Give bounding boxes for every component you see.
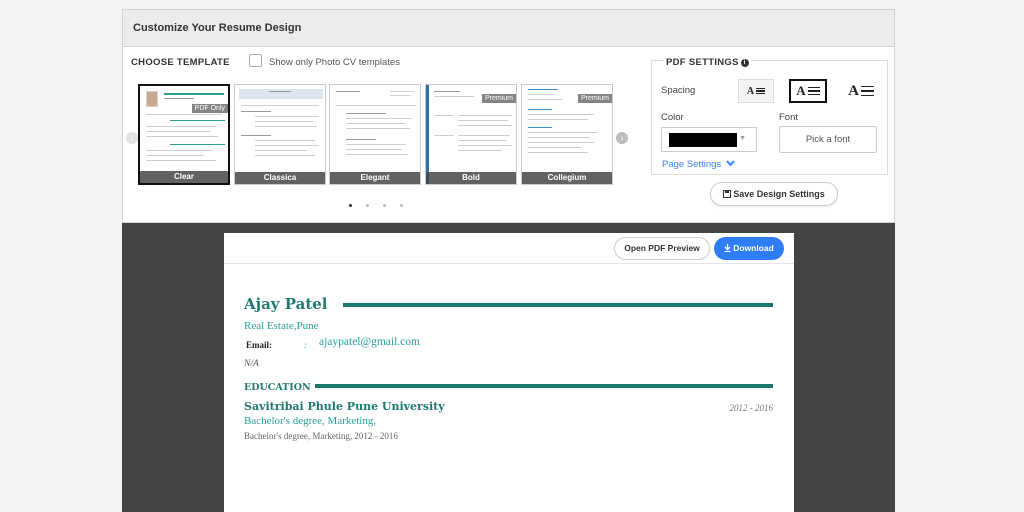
chevron-down-icon — [726, 160, 735, 167]
degree-detail-text: Bachelor's degree, Marketing, 2012 - 201… — [244, 431, 398, 441]
lines-icon — [860, 83, 874, 100]
save-icon — [723, 190, 732, 198]
choose-template-label: CHOOSE TEMPLATE — [131, 57, 230, 68]
pagination-dot[interactable] — [349, 204, 352, 207]
lines-icon — [807, 85, 820, 98]
photo-cv-checkbox[interactable] — [249, 54, 262, 67]
template-bold[interactable]: Premium Bold — [425, 84, 517, 185]
color-swatch — [669, 133, 737, 147]
template-elegant[interactable]: Elegant — [329, 84, 421, 185]
font-label: Font — [779, 112, 799, 123]
template-classica[interactable]: Classica — [234, 84, 326, 185]
spacing-normal-button[interactable]: A — [789, 79, 827, 103]
download-button[interactable]: Download — [714, 237, 784, 260]
pick-font-button[interactable]: Pick a font — [779, 126, 877, 153]
template-caption: Clear — [140, 171, 228, 183]
panel-header: Customize Your Resume Design — [123, 10, 894, 47]
name-divider — [343, 303, 773, 307]
template-caption: Bold — [426, 172, 516, 184]
page-settings-link[interactable]: Page Settings — [662, 159, 735, 170]
resume-name: Ajay Patel — [244, 295, 328, 313]
spacing-compact-button[interactable]: A — [738, 79, 774, 103]
photo-thumbnail — [146, 91, 158, 107]
color-select[interactable]: ▼ — [661, 127, 757, 152]
carousel-prev-icon[interactable]: ‹ — [126, 132, 138, 144]
education-heading: EDUCATION — [244, 382, 311, 393]
customize-panel: Customize Your Resume Design CHOOSE TEMP… — [122, 9, 895, 223]
resume-subtitle: Real Estate,Pune — [244, 320, 319, 332]
lines-icon — [756, 87, 766, 96]
pagination-dot[interactable] — [366, 204, 369, 207]
color-label: Color — [661, 112, 684, 123]
open-pdf-preview-button[interactable]: Open PDF Preview — [614, 237, 710, 260]
education-divider — [315, 384, 773, 388]
carousel-pagination — [349, 204, 403, 207]
download-icon — [724, 244, 731, 253]
template-badge: Premium — [577, 94, 612, 103]
email-separator: : — [304, 340, 307, 350]
pagination-dot[interactable] — [383, 204, 386, 207]
carousel-next-icon[interactable]: › — [616, 132, 628, 144]
pagination-dot[interactable] — [400, 204, 403, 207]
template-clear[interactable]: PDF Only Clear — [138, 84, 230, 185]
photo-cv-label[interactable]: Show only Photo CV templates — [269, 57, 400, 68]
template-caption: Collegium — [522, 172, 612, 184]
template-badge: PDF Only — [191, 104, 228, 113]
spacing-wide-button[interactable]: A — [843, 79, 879, 103]
email-value: ajaypatel@gmail.com — [319, 336, 420, 348]
university-name: Savitribai Phule Pune University — [244, 400, 445, 413]
email-label: Email: — [246, 340, 272, 350]
na-text: N/A — [244, 359, 259, 369]
template-caption: Classica — [235, 172, 325, 184]
education-years: 2012 - 2016 — [729, 403, 774, 413]
template-caption: Elegant — [330, 172, 420, 184]
degree-text: Bachelor's degree, Marketing, — [244, 415, 377, 427]
pdf-settings-box — [651, 60, 888, 175]
spacing-label: Spacing — [661, 85, 696, 96]
template-collegium[interactable]: Premium Collegium — [521, 84, 613, 185]
chevron-down-icon: ▼ — [739, 135, 746, 142]
panel-title: Customize Your Resume Design — [133, 22, 302, 34]
save-design-settings-button[interactable]: Save Design Settings — [710, 182, 838, 206]
pdf-settings-title: PDF SETTINGS i — [664, 57, 751, 68]
document-toolbar: Open PDF Preview Download — [224, 233, 794, 264]
resume-document: Open PDF Preview Download Ajay Patel Rea… — [224, 233, 794, 512]
template-badge: Premium — [481, 94, 516, 103]
info-icon[interactable]: i — [740, 59, 749, 67]
